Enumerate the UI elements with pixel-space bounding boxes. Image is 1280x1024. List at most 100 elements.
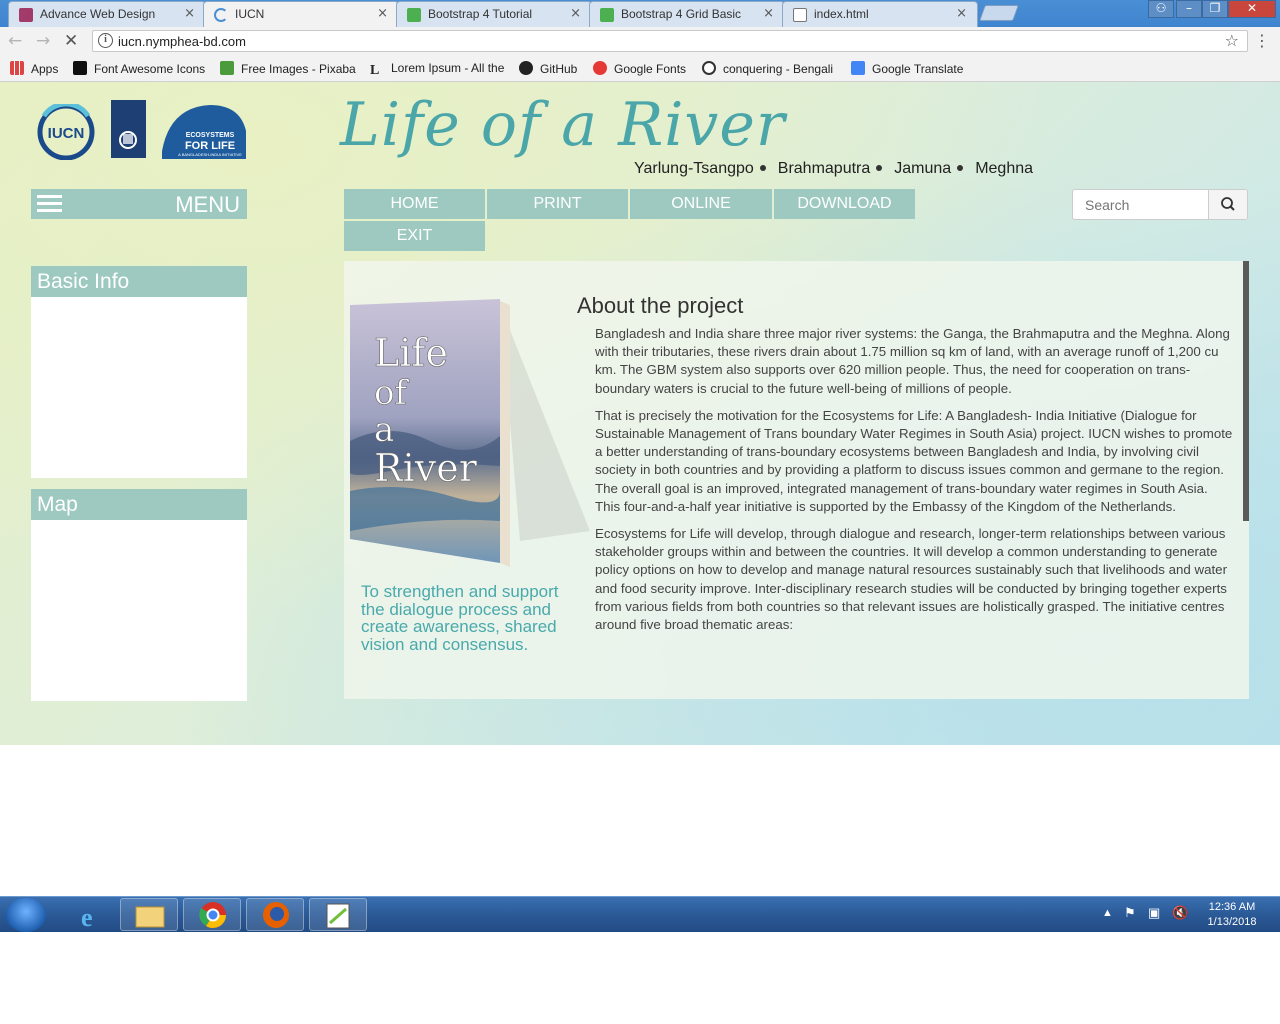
bookmark-google-fonts[interactable]: Google Fonts [593, 61, 686, 76]
search-input[interactable] [1073, 190, 1210, 219]
river-label: Brahmaputra [777, 160, 871, 177]
menu-label: MENU [175, 192, 240, 217]
tab-strip: Advance Web Design × IUCN × Bootstrap 4 … [0, 0, 1280, 27]
close-icon[interactable]: × [377, 6, 388, 21]
back-arrow-icon[interactable]: ← [8, 31, 22, 51]
bookmark-font-awesome[interactable]: Font Awesome Icons [73, 61, 205, 76]
tab-iucn[interactable]: IUCN × [203, 1, 399, 27]
file-explorer-icon[interactable] [120, 898, 178, 931]
bookmark-label: Apps [31, 62, 59, 76]
notepad-plus-icon[interactable] [309, 898, 367, 931]
svg-text:River: River [374, 446, 478, 490]
apps-grid-icon [10, 61, 24, 75]
user-icon[interactable]: ⚇ [1148, 0, 1174, 18]
close-icon[interactable]: × [184, 6, 195, 21]
nav-online[interactable]: ONLINE [630, 189, 772, 219]
bookmark-github[interactable]: GitHub [519, 61, 577, 76]
nav-download[interactable]: DOWNLOAD [774, 189, 915, 219]
google-fonts-icon [593, 61, 607, 75]
tab-bootstrap-grid[interactable]: Bootstrap 4 Grid Basic × [589, 1, 785, 27]
bookmark-label: conquering - Bengali [723, 62, 834, 76]
show-hidden-icons[interactable]: ▲ [1102, 907, 1113, 919]
svg-text:a: a [374, 410, 394, 450]
tab-title: Bootstrap 4 Tutorial [428, 7, 533, 21]
basic-info-panel: Basic Info [31, 266, 247, 478]
map-panel: Map [31, 489, 247, 701]
bookmark-star-icon[interactable]: ☆ [1225, 31, 1239, 50]
stop-loading-icon[interactable]: ✕ [64, 31, 78, 51]
firefox-icon[interactable] [246, 898, 304, 931]
tab-title: IUCN [235, 7, 265, 21]
bullet-icon [876, 165, 883, 171]
iucn-logo: IUCN [37, 104, 95, 160]
windows-taskbar: e ▲ ⚑ ▣ 🔇 12:36 AM 1/13/2018 [0, 896, 1280, 932]
chrome-icon[interactable] [183, 898, 241, 931]
svg-text:A BANGLADESH-INDIA INITIATIVE: A BANGLADESH-INDIA INITIATIVE [178, 152, 242, 157]
svg-text:e: e [81, 903, 93, 932]
browser-toolbar: ← → ✕ i iucn.nymphea-bd.com ☆ ⋮ [0, 27, 1280, 56]
forward-arrow-icon[interactable]: → [36, 31, 50, 51]
ecosystems-for-life-logo: ECOSYSTEMS FOR LIFE A BANGLADESH-INDIA I… [162, 105, 246, 159]
translate-icon [851, 61, 865, 75]
new-tab-button[interactable] [979, 5, 1019, 21]
bookmark-lorem-ipsum[interactable]: L Lorem Ipsum - All the [370, 61, 508, 78]
river-label: Jamuna [894, 160, 952, 177]
bullet-icon [957, 165, 964, 171]
project-tagline: To strengthen and support the dialogue p… [361, 582, 559, 654]
rivers-list: Yarlung-Tsangpo Brahmaputra Jamuna Meghna [634, 160, 1033, 178]
search-button[interactable] [1208, 190, 1247, 219]
close-window-button[interactable]: ✕ [1228, 0, 1276, 18]
river-label: Yarlung-Tsangpo [634, 160, 754, 177]
about-paragraph: That is precisely the motivation for the… [595, 407, 1233, 514]
close-icon[interactable]: × [570, 6, 581, 21]
url-text[interactable]: iucn.nymphea-bd.com [118, 34, 246, 49]
tab-title: index.html [814, 7, 869, 21]
hamburger-icon [37, 195, 62, 213]
lorem-l-icon: L [370, 63, 380, 78]
system-clock[interactable]: 12:36 AM 1/13/2018 [1198, 901, 1266, 928]
about-section: Life of a River To strengthen and suppor… [344, 261, 1249, 699]
svg-text:ECOSYSTEMS: ECOSYSTEMS [186, 132, 235, 139]
minimize-button[interactable]: – [1176, 0, 1202, 18]
bookmark-label: Font Awesome Icons [94, 62, 206, 76]
action-center-flag-icon[interactable]: ⚑ [1124, 905, 1136, 921]
nav-exit[interactable]: EXIT [344, 221, 485, 251]
bookmark-label: GitHub [540, 62, 578, 76]
bookmark-apps[interactable]: Apps [10, 61, 58, 76]
restore-button[interactable]: ❐ [1202, 0, 1228, 18]
tab-advance-web-design[interactable]: Advance Web Design × [8, 1, 206, 27]
svg-text:IUCN: IUCN [48, 125, 85, 142]
about-text: Bangladesh and India share three major r… [595, 325, 1235, 643]
info-icon[interactable]: i [98, 33, 113, 48]
tab-index-html[interactable]: index.html × [782, 1, 978, 27]
flag-icon [73, 61, 87, 75]
bookmark-label: Google Translate [872, 62, 964, 76]
windows-start-button[interactable] [6, 898, 46, 932]
w3schools-icon [407, 8, 421, 22]
clock-date: 1/13/2018 [1207, 916, 1257, 928]
tab-bootstrap-tutorial[interactable]: Bootstrap 4 Tutorial × [396, 1, 592, 27]
internet-explorer-icon[interactable]: e [60, 898, 118, 932]
search-icon [1221, 197, 1235, 211]
svg-text:FOR LIFE: FOR LIFE [185, 140, 235, 152]
bookmark-conquering[interactable]: conquering - Bengali [702, 61, 838, 76]
network-icon[interactable]: ▣ [1148, 905, 1160, 921]
nav-home[interactable]: HOME [344, 189, 485, 219]
volume-muted-icon[interactable]: 🔇 [1172, 905, 1188, 921]
bookmark-pixabay[interactable]: Free Images - Pixabay [220, 61, 356, 76]
clock-time: 12:36 AM [1208, 901, 1256, 913]
tab-title: Advance Web Design [40, 7, 156, 21]
nav-print[interactable]: PRINT [487, 189, 628, 219]
panel-title: Map [31, 489, 247, 520]
scrollbar-thumb[interactable] [1243, 261, 1249, 521]
side-menu-toggle[interactable]: MENU [31, 189, 247, 219]
close-icon[interactable]: × [956, 6, 967, 21]
bookmark-label: Free Images - Pixabay [241, 62, 356, 76]
address-bar[interactable]: i iucn.nymphea-bd.com ☆ [92, 30, 1248, 52]
globe-icon [702, 61, 716, 75]
tab-title: Bootstrap 4 Grid Basic [621, 7, 742, 21]
bookmark-google-translate[interactable]: Google Translate [851, 61, 963, 76]
browser-menu-icon[interactable]: ⋮ [1254, 31, 1270, 50]
book-cover-image: Life of a River [350, 299, 590, 567]
close-icon[interactable]: × [763, 6, 774, 21]
